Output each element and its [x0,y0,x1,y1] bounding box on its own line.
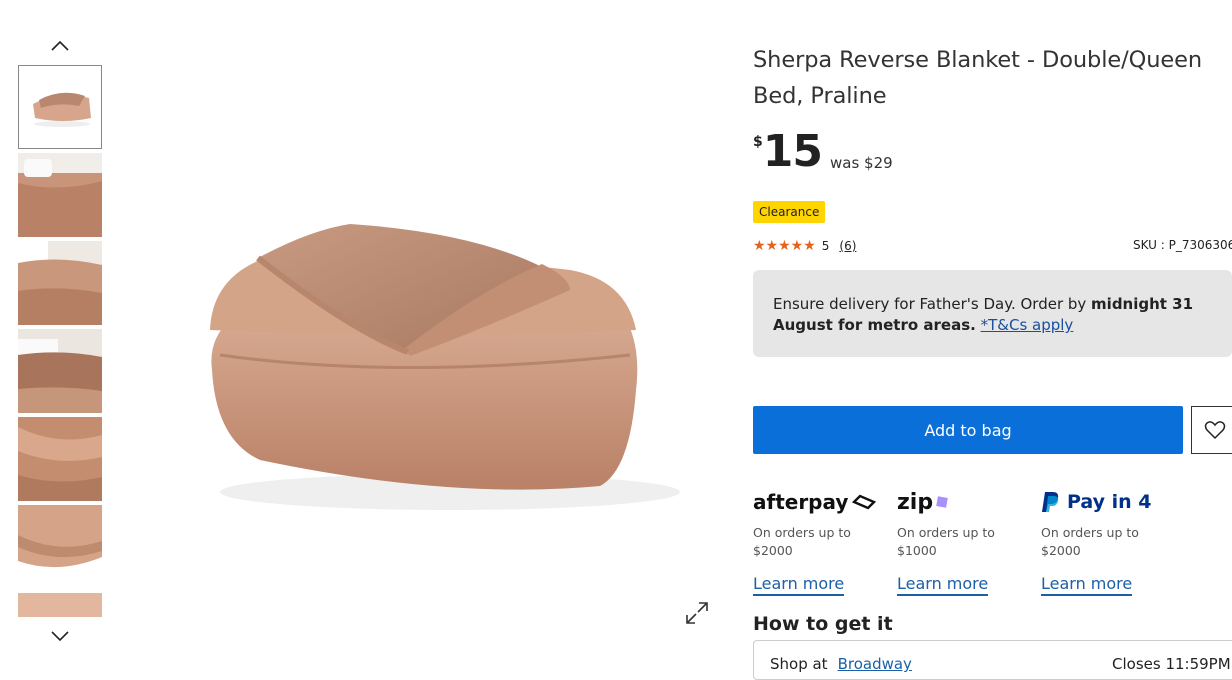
was-price: was $29 [829,154,893,172]
afterpay-arrows-icon [852,494,877,510]
zip-logo: zip [897,488,1037,516]
afterpay-logo: afterpay [753,488,893,516]
fabric-thumbnail-image [18,417,102,501]
thumbnail-2[interactable] [18,153,102,237]
gallery-up-button[interactable] [18,32,102,60]
wishlist-button[interactable] [1191,406,1232,454]
thumbnail-4[interactable] [18,329,102,413]
blanket-thumbnail-image [19,66,101,148]
afterpay-option: afterpay On orders up to $2000 Learn mor… [753,488,893,596]
sku: SKU : P_73063067 [1133,238,1232,252]
how-to-get-it-heading: How to get it [753,613,893,635]
price-block: $ 15 was $29 [753,128,893,176]
chevron-down-icon [51,631,69,642]
thumbnail-3[interactable] [18,241,102,325]
chevron-up-icon [51,40,69,51]
expand-image-button[interactable] [684,600,710,626]
heart-icon [1204,421,1226,440]
paypal-option: Pay in 4 On orders up to $2000 Learn mor… [1041,488,1181,596]
zip-accent-icon [936,496,948,508]
expand-icon [686,602,708,624]
clearance-badge: Clearance [753,201,826,223]
closing-time: Closes 11:59PM [1112,655,1231,673]
store-selector: Shop at Broadway Closes 11:59PM [753,640,1232,680]
delivery-text: Ensure delivery for Father's Day. Order … [773,295,1092,313]
thumbnail-1[interactable] [18,65,102,149]
shop-at-label: Shop at [770,655,828,673]
zip-learn-more-link[interactable]: Learn more [897,574,989,596]
zip-option: zip On orders up to $1000 Learn more [897,488,1037,596]
reviews-link[interactable]: (6) [839,239,856,253]
rating-value: 5 [821,239,830,253]
thumbnail-7[interactable] [18,593,102,617]
paypal-logo: Pay in 4 [1041,488,1181,516]
main-product-image [150,180,690,580]
paypal-learn-more-link[interactable]: Learn more [1041,574,1133,596]
fabric-thumbnail-image [18,505,102,589]
thumbnail-6[interactable] [18,505,102,589]
tcs-link[interactable]: *T&Cs apply [981,316,1074,334]
add-to-bag-button[interactable]: Add to bag [753,406,1183,454]
blanket-image [210,224,680,510]
rating: ★★★★★ 5 (6) [753,238,856,254]
afterpay-desc: On orders up to $2000 [753,525,851,558]
price-currency: $ [753,134,763,150]
star-rating-icon: ★★★★★ [753,238,816,254]
zip-desc: On orders up to $1000 [897,525,995,558]
bed-thumbnail-image [18,241,102,325]
bed-thumbnail-image [18,329,102,413]
paypal-icon [1042,492,1059,512]
delivery-notice: Ensure delivery for Father's Day. Order … [753,270,1232,357]
price-amount: 15 [762,126,823,177]
product-title: Sherpa Reverse Blanket - Double/Queen Be… [753,47,1203,109]
paypal-desc: On orders up to $2000 [1041,525,1139,558]
store-link[interactable]: Broadway [838,655,912,673]
fabric-thumbnail-image [18,593,102,617]
bed-thumbnail-image [18,153,102,237]
thumbnail-5[interactable] [18,417,102,501]
gallery-down-button[interactable] [18,622,102,650]
afterpay-learn-more-link[interactable]: Learn more [753,574,845,596]
